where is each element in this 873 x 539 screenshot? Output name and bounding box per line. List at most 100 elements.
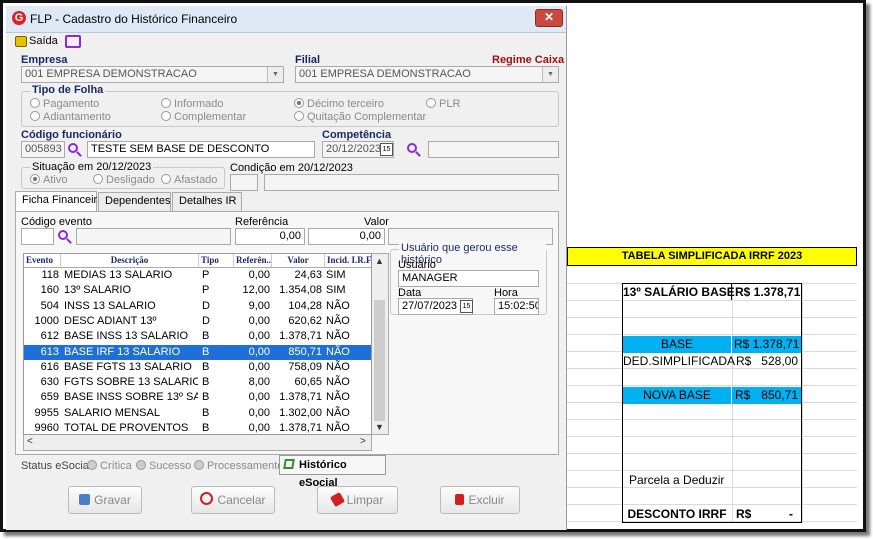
calendar-icon[interactable]: 15	[380, 143, 393, 156]
table-cell: SIM	[326, 284, 346, 297]
empresa-label: Empresa	[21, 54, 68, 66]
limpar-button[interactable]: Limpar	[317, 486, 398, 514]
base-value: R$ 1.378,71	[732, 336, 801, 353]
radio-decimo-terceiro[interactable]: Décimo terceiro	[294, 98, 384, 110]
cancel-icon	[200, 492, 214, 505]
scroll-right-icon[interactable]: >	[360, 436, 366, 447]
table-horizontal-scrollbar[interactable]: < >	[23, 435, 372, 451]
sheet-title: TABELA SIMPLIFICADA IRRF 2023	[567, 247, 857, 266]
evento-field[interactable]	[21, 228, 54, 245]
table-cell: NÃO	[326, 330, 350, 343]
scroll-up-icon[interactable]: ▲	[375, 256, 384, 266]
table-cell: P	[202, 269, 210, 281]
table-row[interactable]: 630 FGTS SOBRE 13 SALARIO B 8,00 60,65 NÃO	[24, 375, 371, 390]
search-icon[interactable]	[58, 230, 68, 240]
evento-descricao-field[interactable]	[76, 228, 231, 245]
header-valor[interactable]: Valor	[272, 254, 325, 267]
scroll-left-icon[interactable]: <	[27, 436, 33, 447]
salario-base-label: 13º SALÁRIO BASE	[623, 285, 735, 299]
tab-dependentes[interactable]: Dependentes	[98, 192, 171, 211]
table-cell: 850,71	[288, 345, 322, 358]
trash-icon	[455, 494, 465, 505]
table-cell: 1.378,71	[279, 330, 322, 343]
historico-esocial-button[interactable]: Histórico eSocial	[279, 455, 386, 489]
tab-ficha-financeira[interactable]: Ficha Financeira	[15, 191, 103, 212]
funcionario-name-field[interactable]: TESTE SEM BASE DE DESCONTO	[87, 141, 315, 158]
parcela-deduzir-label: Parcela a Deduzir	[629, 473, 725, 487]
radio-complementar[interactable]: Complementar	[161, 111, 246, 123]
table-row[interactable]: 160 13º SALARIO P 12,00 1.354,08 SIM	[24, 283, 371, 298]
window-title: FLP - Cadastro do Histórico Financeiro	[30, 12, 238, 26]
table-row[interactable]: 613 BASE IRF 13 SALARIO B 0,00 850,71 NÃO	[24, 344, 371, 360]
table-cell: 1.378,71	[279, 422, 322, 434]
filial-select[interactable]: 001 EMPRESA DEMONSTRACAO ▼	[295, 66, 559, 83]
search-icon[interactable]	[407, 143, 417, 153]
table-row[interactable]: 616 BASE FGTS 13 SALARIO B 0,00 758,09 NÃO	[24, 360, 371, 375]
table-row[interactable]: 504 INSS 13 SALARIO D 9,00 104,28 NÃO	[24, 299, 371, 314]
header-referencia[interactable]: Referên..	[234, 254, 272, 267]
competencia-extra-field[interactable]	[428, 141, 559, 158]
salario-base-value: R$ 1.378,71	[735, 285, 801, 299]
table-cell: 160	[40, 284, 59, 297]
table-cell: 0,00	[248, 391, 270, 404]
header-tipo[interactable]: Tipo	[199, 254, 234, 267]
search-icon[interactable]	[68, 143, 78, 153]
table-cell: 612	[40, 330, 59, 343]
radio-quitacao-complementar[interactable]: Quitação Complementar	[294, 111, 426, 123]
monitor-icon[interactable]	[65, 35, 81, 48]
exit-button[interactable]: Saída	[29, 35, 58, 47]
radio-pagamento[interactable]: Pagamento	[30, 98, 99, 110]
header-descricao[interactable]: Descrição	[61, 254, 199, 267]
funcionario-code-field[interactable]: 005893	[21, 141, 65, 158]
radio-desligado[interactable]: Desligado	[93, 174, 155, 186]
gravar-button[interactable]: Gravar	[68, 486, 142, 514]
hora-field[interactable]: 15:02:50	[494, 298, 539, 315]
radio-adiantamento[interactable]: Adiantamento	[30, 111, 111, 123]
base-label: BASE	[623, 336, 731, 353]
tab-detalhes-ir[interactable]: Detalhes IR	[172, 192, 242, 211]
table-cell: 9,00	[248, 299, 270, 312]
eventos-table[interactable]: Evento Descrição Tipo Referên.. Valor In…	[23, 253, 372, 435]
radio-informado[interactable]: Informado	[161, 98, 224, 110]
nova-base-label: NOVA BASE	[623, 387, 731, 404]
table-cell: NÃO	[326, 376, 350, 389]
radio-ativo[interactable]: Ativo	[30, 174, 67, 186]
table-cell: 13º SALARIO	[64, 284, 131, 297]
table-row[interactable]: 9955 SALARIO MENSAL B 0,00 1.302,00 NÃO	[24, 406, 371, 421]
close-button[interactable]: ✕	[535, 9, 563, 27]
header-evento[interactable]: Evento	[24, 254, 61, 267]
esocial-status-label: Status eSocial:	[21, 460, 95, 472]
scroll-thumb[interactable]	[374, 300, 385, 421]
lock-icon	[15, 36, 27, 47]
table-row[interactable]: 118 MEDIAS 13 SALARIO P 0,00 24,63 SIM	[24, 268, 371, 283]
table-row[interactable]: 9960 TOTAL DE PROVENTOS B 0,00 1.378,71 NÃO	[24, 421, 371, 434]
table-cell: B	[202, 376, 210, 389]
table-vertical-scrollbar[interactable]: ▲ ▼	[372, 253, 389, 435]
empresa-select[interactable]: 001 EMPRESA DEMONSTRACAO ▼	[21, 66, 284, 83]
cancelar-button[interactable]: Cancelar	[191, 486, 275, 514]
table-cell: 504	[40, 299, 59, 312]
table-cell: NÃO	[326, 391, 350, 404]
table-row[interactable]: 612 BASE INSS 13 SALARIO B 0,00 1.378,71 NÃO	[24, 329, 371, 344]
condicao-field[interactable]	[264, 174, 559, 191]
header-incid-irf[interactable]: Incid. I.R.F.	[325, 254, 371, 267]
title-bar: G FLP - Cadastro do Histórico Financeiro…	[6, 6, 566, 33]
table-cell: MEDIAS 13 SALARIO	[64, 269, 173, 281]
usuario-field[interactable]: MANAGER	[398, 270, 539, 287]
esocial-sucesso: Sucesso	[136, 460, 191, 472]
valor-field[interactable]: 0,00	[308, 228, 385, 245]
situacao-label: Situação em 20/12/2023	[30, 161, 154, 173]
calendar-icon[interactable]: 15	[460, 300, 473, 313]
radio-afastado[interactable]: Afastado	[161, 174, 217, 186]
radio-plr[interactable]: PLR	[426, 98, 460, 110]
excluir-button[interactable]: Excluir	[440, 486, 520, 514]
referencia-field[interactable]: 0,00	[235, 228, 305, 245]
table-row[interactable]: 659 BASE INSS SOBRE 13º SA B 0,00 1.378,71 NÃ…	[24, 390, 371, 405]
condicao-code-field[interactable]	[230, 174, 258, 191]
table-row[interactable]: 1000 DESC ADIANT 13º D 0,00 620,62 NÃO	[24, 314, 371, 329]
table-cell: 758,09	[288, 360, 322, 373]
scroll-down-icon[interactable]: ▼	[375, 422, 384, 432]
table-cell: 12,00	[242, 284, 270, 297]
save-icon	[79, 494, 91, 505]
table-cell: NÃO	[326, 422, 350, 434]
